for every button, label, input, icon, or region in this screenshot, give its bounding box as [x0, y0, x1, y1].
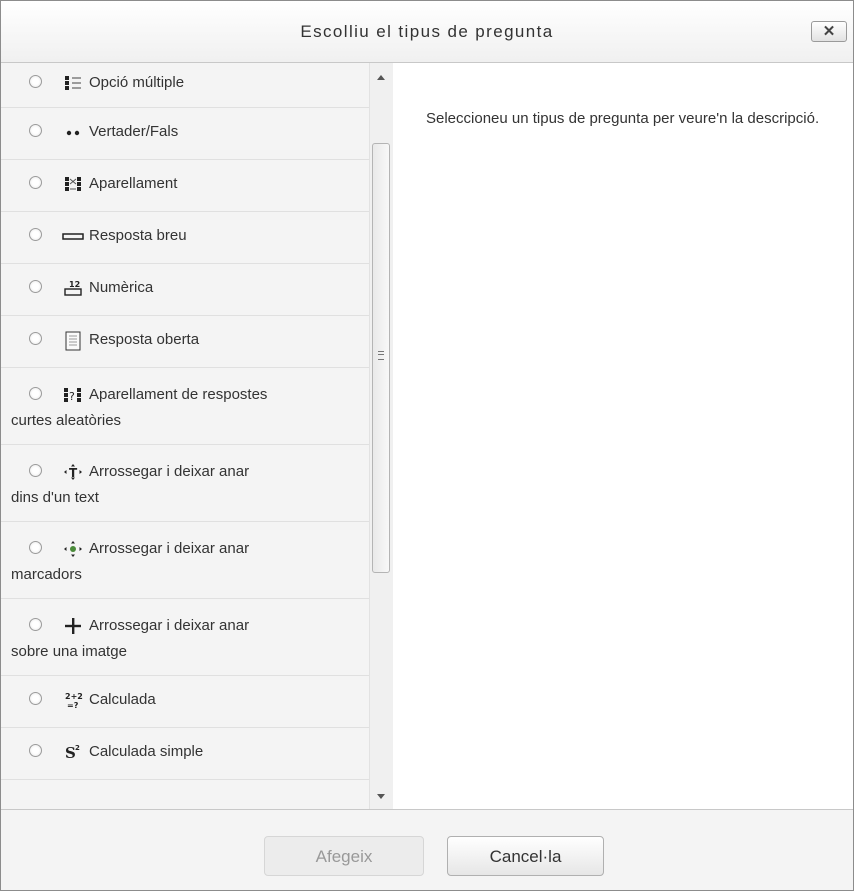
option-label: Arrossegar i deixar anar	[89, 617, 250, 634]
radio-button[interactable]	[29, 228, 42, 241]
svg-text:=?: =?	[67, 701, 79, 709]
calculated-icon: 2+2 =?	[62, 691, 84, 710]
radio-button[interactable]	[29, 75, 42, 88]
radio-button[interactable]	[29, 176, 42, 189]
scrollbar-thumb[interactable]	[372, 143, 390, 573]
multiple-choice-icon	[62, 74, 84, 92]
option-label: Aparellament de respostes	[89, 386, 268, 403]
option-true-false[interactable]: Vertader/Fals	[1, 108, 369, 160]
option-label: Aparellament	[89, 175, 178, 192]
list-scrollbar[interactable]	[369, 63, 393, 809]
scrollbar-grip-icon	[378, 351, 384, 360]
option-drag-drop-markers[interactable]: Arrossegar i deixar anar marcadors	[1, 522, 369, 599]
radio-button[interactable]	[29, 280, 42, 293]
option-label: Resposta breu	[89, 227, 187, 244]
short-answer-icon	[62, 227, 84, 245]
drag-drop-text-icon: T	[62, 463, 84, 481]
option-multiple-choice[interactable]: Opció múltiple	[1, 63, 369, 108]
option-calculated-simple[interactable]: S 2 Calculada simple	[1, 728, 369, 780]
option-label: Numèrica	[89, 279, 154, 296]
essay-icon	[62, 331, 84, 351]
cancel-button[interactable]: Cancel·la	[447, 836, 604, 876]
svg-text:2+2: 2+2	[65, 692, 83, 701]
scroll-down-arrow-icon[interactable]	[377, 794, 385, 799]
close-button[interactable]: ✕	[811, 21, 847, 42]
option-label: Calculada simple	[89, 743, 204, 760]
radio-button[interactable]	[29, 124, 42, 137]
radio-button[interactable]	[29, 332, 42, 345]
dialog-header: Escolliu el tipus de pregunta ✕	[1, 1, 853, 63]
description-pane: Seleccioneu un tipus de pregunta per veu…	[393, 63, 853, 809]
option-drag-drop-text[interactable]: T Arrossegar i deixar anar dins d'un text	[1, 445, 369, 522]
option-matching[interactable]: Aparellament	[1, 160, 369, 212]
option-label-continuation: sobre una imatge	[11, 643, 127, 660]
option-drag-drop-image[interactable]: Arrossegar i deixar anar sobre una imatg…	[1, 599, 369, 676]
option-label: Opció múltiple	[89, 74, 185, 91]
true-false-icon	[62, 123, 84, 141]
question-type-list: Opció múltiple Vertader/Fals Aparellamen…	[1, 63, 369, 809]
svg-text:2: 2	[75, 744, 80, 752]
close-icon: ✕	[822, 23, 836, 40]
scroll-up-arrow-icon[interactable]	[377, 75, 385, 80]
dialog-title: Escolliu el tipus de pregunta	[300, 22, 554, 41]
matching-icon	[62, 175, 84, 193]
option-label: Calculada	[89, 691, 156, 708]
radio-button[interactable]	[29, 618, 42, 631]
choose-question-type-dialog: Escolliu el tipus de pregunta ✕ Opció mú…	[0, 0, 854, 891]
radio-button[interactable]	[29, 464, 42, 477]
svg-text:12: 12	[69, 280, 80, 289]
option-random-short-answer-matching[interactable]: ? Aparellament de respostes curtes aleatò…	[1, 368, 369, 445]
option-calculated[interactable]: 2+2 =? Calculada	[1, 676, 369, 728]
option-label: Vertader/Fals	[89, 123, 179, 140]
drag-drop-image-icon	[62, 617, 84, 635]
add-button[interactable]: Afegeix	[264, 836, 424, 876]
option-essay[interactable]: Resposta oberta	[1, 316, 369, 368]
option-label-continuation: dins d'un text	[11, 489, 99, 506]
option-short-answer[interactable]: Resposta breu	[1, 212, 369, 264]
random-short-answer-matching-icon: ?	[62, 386, 84, 404]
dialog-footer: Afegeix Cancel·la	[1, 809, 853, 890]
numerical-icon: 12	[62, 279, 84, 297]
radio-button[interactable]	[29, 387, 42, 400]
option-numerical[interactable]: 12 Numèrica	[1, 264, 369, 316]
calculated-simple-icon: S2	[62, 743, 84, 762]
option-label: Arrossegar i deixar anar	[89, 463, 250, 480]
option-label-continuation: marcadors	[11, 566, 82, 583]
option-label: Resposta oberta	[89, 331, 200, 348]
svg-text:?: ?	[69, 390, 75, 403]
question-type-description: Seleccioneu un tipus de pregunta per veu…	[426, 110, 820, 127]
radio-button[interactable]	[29, 744, 42, 757]
option-label-continuation: curtes aleatòries	[11, 412, 122, 429]
radio-button[interactable]	[29, 692, 42, 705]
option-label: Arrossegar i deixar anar	[89, 540, 250, 557]
drag-drop-markers-icon	[62, 540, 84, 558]
radio-button[interactable]	[29, 541, 42, 554]
